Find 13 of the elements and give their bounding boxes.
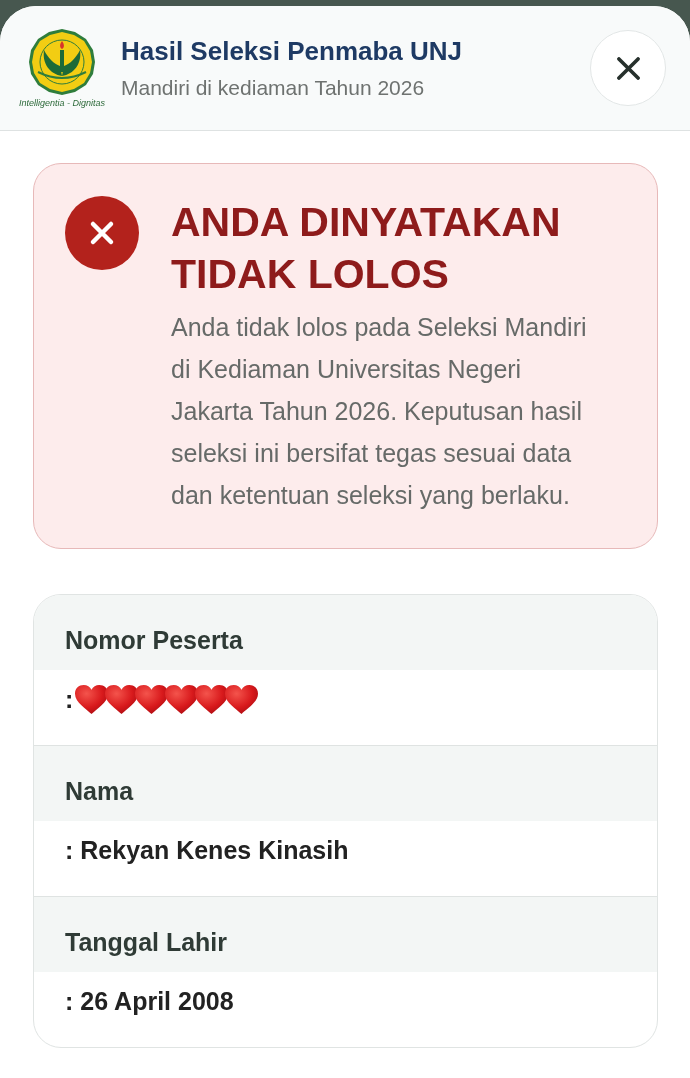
window-title: Hasil Seleksi Penmaba UNJ <box>121 36 464 68</box>
logo-motto: Intelligentia - Dignitas <box>19 99 106 108</box>
university-logo-icon <box>28 28 96 96</box>
window-subtitle: Mandiri di kediaman Tahun 2026 <box>121 74 426 100</box>
field-label: Tanggal Lahir <box>34 897 657 972</box>
field-value: : <box>65 685 74 713</box>
result-title: ANDA DINYATAKAN TIDAK LOLOS <box>171 198 562 299</box>
field-label: Nama <box>34 746 657 821</box>
field-label: Nomor Peserta <box>34 595 657 670</box>
field-value: : Rekyan Kenes Kinasih <box>65 836 349 864</box>
close-icon <box>616 56 640 80</box>
result-message: Anda tidak lolos pada Seleksi Mandiri di Kediaman Universitas Negeri Jakarta Tahun 2026. Keputusan hasil seleksi ini bersifat tegas sesuai data dan ketentuan seleksi yang berlaku. <box>171 312 588 511</box>
field-value: : 26 April 2008 <box>65 987 234 1015</box>
